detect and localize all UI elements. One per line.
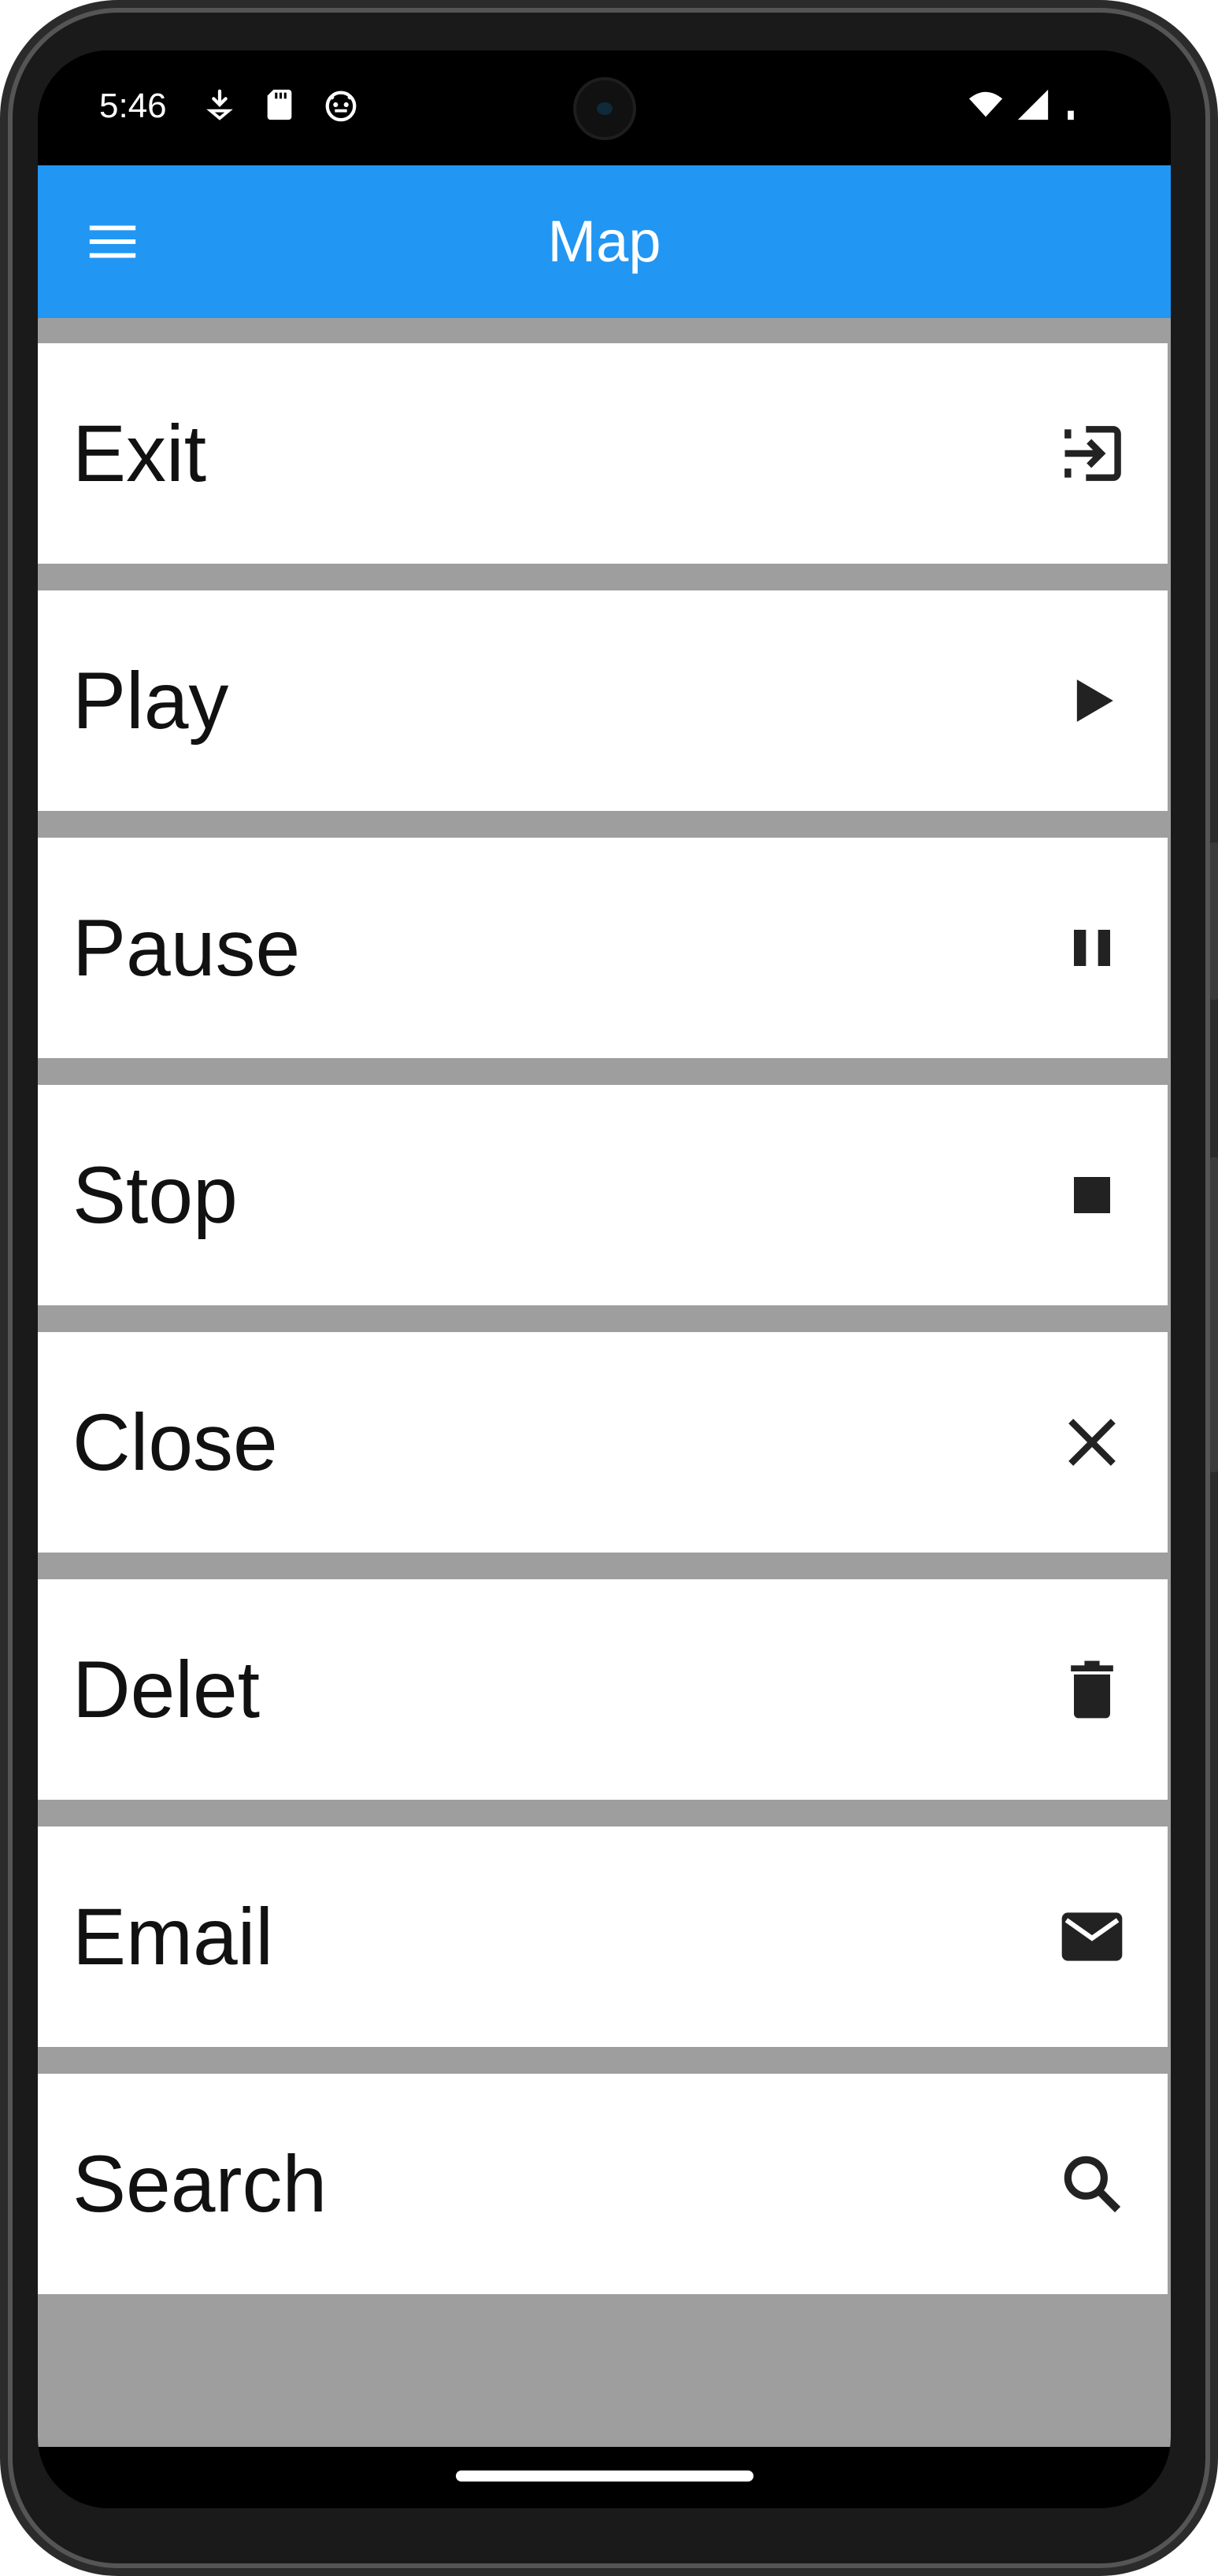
list-item-email[interactable]: Email [38,1827,1168,2047]
robot-face-icon [325,91,357,122]
list-item-label: Search [72,2139,328,2229]
sd-card-icon [267,89,292,120]
front-camera [573,77,636,140]
status-time: 5:46 [99,87,167,125]
navigation-bar [38,2447,1171,2508]
list-item-label: Play [72,656,229,746]
list-item-play[interactable]: Play [38,590,1168,811]
screen: 5:46 Map Exit Play Pause Stop Close Dele… [38,50,1171,2508]
pause-icon [1074,930,1110,966]
list-item-label: Delet [72,1645,261,1734]
page-title: Map [547,209,661,274]
battery-icon [1068,110,1074,120]
email-icon [1061,1912,1123,1961]
signal-icon [1017,89,1049,120]
hamburger-menu-icon [89,225,136,258]
search-icon [1064,2156,1121,2213]
list-item-label: Exit [72,409,207,498]
status-bar: 5:46 [38,50,1171,165]
list-item-close[interactable]: Close [38,1332,1168,1553]
exit-icon [1064,426,1121,481]
download-icon [206,89,233,120]
volume-button [1210,842,1218,1000]
power-button [1210,1157,1218,1472]
phone-frame: 5:46 Map Exit Play Pause Stop Close Dele… [0,0,1218,2576]
list-item-pause[interactable]: Pause [38,838,1168,1058]
list-item-search[interactable]: Search [38,2074,1168,2294]
menu-button[interactable] [85,214,140,269]
list-item-label: Email [72,1892,274,1982]
stop-icon [1074,1177,1110,1213]
close-icon [1068,1419,1116,1466]
list-item-label: Close [72,1397,278,1487]
trash-icon [1071,1660,1113,1719]
wifi-icon [968,91,1003,117]
list-item-stop[interactable]: Stop [38,1085,1168,1305]
list-item-label: Stop [72,1150,238,1240]
play-icon [1076,679,1113,722]
list-item-exit[interactable]: Exit [38,343,1168,564]
list-item-label: Pause [72,903,301,993]
item-list: Exit Play Pause Stop Close Delet Email S… [38,318,1171,2447]
app-bar: Map [38,165,1171,318]
list-item-delete[interactable]: Delet [38,1579,1168,1800]
home-indicator[interactable] [456,2471,753,2482]
